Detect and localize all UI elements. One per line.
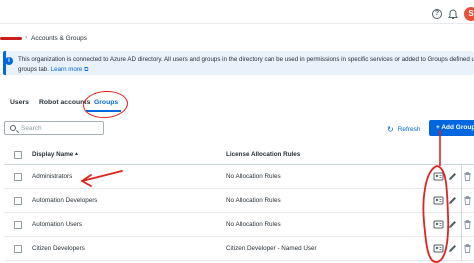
table-header: Display Name ▲ License Allocation Rules xyxy=(4,145,474,165)
info-banner-text-line2: groups tab. Learn more ⧉ xyxy=(18,65,89,75)
info-banner-text-continued: groups tab. xyxy=(18,65,49,73)
edit-icon[interactable] xyxy=(447,243,458,254)
license-allocation-icon[interactable] xyxy=(433,219,444,230)
sort-ascending-icon[interactable]: ▲ xyxy=(74,151,79,157)
edit-icon[interactable] xyxy=(447,195,458,206)
group-name[interactable]: Citizen Developers xyxy=(32,245,85,252)
delete-icon[interactable] xyxy=(462,171,473,182)
edit-icon[interactable] xyxy=(447,219,458,230)
table-toolbar: ↻ Refresh + Add Group xyxy=(0,120,474,136)
bell-icon[interactable] xyxy=(448,9,458,20)
chevron-right-icon: › xyxy=(25,35,27,41)
license-allocation-icon[interactable] xyxy=(433,171,444,182)
delete-icon[interactable] xyxy=(462,243,473,254)
top-bar: ? S xyxy=(0,0,474,24)
avatar[interactable]: S xyxy=(464,7,474,21)
refresh-label: Refresh xyxy=(397,125,421,133)
table-row[interactable]: Administrators No Allocation Rules xyxy=(4,165,474,189)
license-allocation-icon[interactable] xyxy=(433,195,444,206)
table-row[interactable]: Automation Developers No Allocation Rule… xyxy=(4,189,474,213)
table-row[interactable]: Citizen Developers Citizen Developer - N… xyxy=(4,237,474,261)
search-box[interactable] xyxy=(4,121,104,135)
external-link-icon[interactable]: ⧉ xyxy=(84,66,88,73)
row-checkbox[interactable] xyxy=(14,245,22,253)
table-row[interactable]: Automation Users No Allocation Rules xyxy=(4,213,474,237)
edit-icon[interactable] xyxy=(447,171,458,182)
column-header-license-rules: License Allocation Rules xyxy=(226,151,301,158)
tab-users[interactable]: Users xyxy=(10,99,29,106)
delete-icon[interactable] xyxy=(462,219,473,230)
group-name[interactable]: Automation Developers xyxy=(32,197,97,204)
tab-bar: Users Robot accounts Groups xyxy=(0,95,474,117)
info-icon: i xyxy=(5,57,13,65)
group-name[interactable]: Administrators xyxy=(32,173,72,180)
search-icon xyxy=(10,125,16,131)
refresh-icon: ↻ xyxy=(387,124,394,134)
info-banner: i This organization is connected to Azur… xyxy=(3,51,474,75)
refresh-button[interactable]: ↻ Refresh xyxy=(387,124,420,134)
group-name[interactable]: Automation Users xyxy=(32,221,82,228)
row-checkbox[interactable] xyxy=(14,173,22,181)
breadcrumb-current: Accounts & Groups xyxy=(31,34,87,42)
row-checkbox[interactable] xyxy=(14,221,22,229)
license-rules: No Allocation Rules xyxy=(226,197,281,204)
learn-more-link[interactable]: Learn more xyxy=(51,66,83,73)
column-header-display-name[interactable]: Display Name xyxy=(32,151,73,158)
select-all-checkbox[interactable] xyxy=(14,151,22,159)
license-allocation-icon[interactable] xyxy=(433,243,444,254)
license-rules: No Allocation Rules xyxy=(226,173,281,180)
breadcrumb: › Accounts & Groups xyxy=(0,31,87,45)
license-rules: Citizen Developer - Named User xyxy=(226,245,317,252)
help-icon[interactable]: ? xyxy=(432,9,442,19)
groups-table: Display Name ▲ License Allocation Rules … xyxy=(4,145,474,261)
breadcrumb-root-redacted[interactable] xyxy=(0,36,22,40)
add-group-button[interactable]: + Add Group xyxy=(429,120,474,136)
delete-icon[interactable] xyxy=(462,195,473,206)
search-input[interactable] xyxy=(21,124,101,133)
license-rules: No Allocation Rules xyxy=(226,221,281,228)
info-banner-text: This organization is connected to Azure … xyxy=(18,56,474,63)
row-checkbox[interactable] xyxy=(14,197,22,205)
